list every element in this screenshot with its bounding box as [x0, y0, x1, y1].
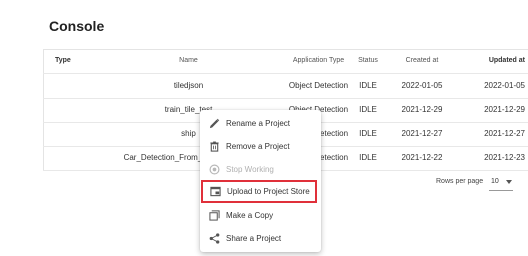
menu-item-make-copy[interactable]: Make a Copy [200, 204, 321, 227]
page-title: Console [49, 18, 105, 34]
menu-item-label: Remove a Project [226, 142, 290, 151]
stop-circle-icon [209, 164, 220, 175]
header-type[interactable]: Type [55, 49, 71, 73]
table-row[interactable]: tiledjson Object Detection IDLE 2022-01-… [43, 74, 528, 99]
menu-item-label: Make a Copy [226, 211, 274, 220]
project-status: IDLE [359, 81, 377, 90]
header-created-at[interactable]: Created at [395, 49, 449, 73]
copy-icon [209, 210, 220, 221]
trash-icon [210, 141, 219, 152]
table-header-row: Type Name Application Type Status Create… [43, 49, 528, 74]
menu-item-share[interactable]: Share a Project [200, 227, 321, 250]
project-context-menu: Rename a Project Remove a Project Stop W… [200, 110, 321, 252]
share-icon [209, 233, 220, 244]
project-app-type: Object Detection [288, 81, 349, 90]
menu-item-stop-working[interactable]: Stop Working [200, 158, 321, 181]
project-updated: 2022-01-05 [484, 81, 525, 90]
project-status: IDLE [359, 105, 377, 114]
pencil-icon [209, 118, 220, 129]
menu-item-upload-to-store[interactable]: Upload to Project Store [201, 180, 317, 203]
project-status: IDLE [359, 129, 377, 138]
rows-per-page-label: Rows per page [436, 178, 484, 185]
menu-item-label: Stop Working [226, 165, 274, 174]
header-updated-at[interactable]: Updated at [470, 49, 525, 73]
project-status: IDLE [359, 153, 377, 162]
menu-item-remove[interactable]: Remove a Project [200, 135, 321, 158]
project-created: 2021-12-22 [401, 153, 443, 162]
select-underline [489, 190, 513, 191]
menu-item-rename[interactable]: Rename a Project [200, 112, 321, 135]
header-status[interactable]: Status [351, 49, 385, 73]
upload-box-icon [210, 186, 221, 197]
project-updated: 2021-12-27 [484, 129, 525, 138]
project-created: 2022-01-05 [401, 81, 443, 90]
header-name[interactable]: Name [101, 49, 276, 73]
project-created: 2021-12-27 [401, 129, 443, 138]
menu-item-label: Upload to Project Store [227, 187, 310, 196]
project-name: tiledjson [173, 81, 204, 90]
chevron-down-icon[interactable] [506, 180, 512, 184]
project-created: 2021-12-29 [401, 105, 443, 114]
menu-item-label: Rename a Project [226, 119, 291, 128]
project-updated: 2021-12-23 [484, 153, 525, 162]
menu-item-label: Share a Project [226, 234, 282, 243]
project-updated: 2021-12-29 [484, 105, 525, 114]
header-application-type[interactable]: Application Type [275, 49, 362, 73]
